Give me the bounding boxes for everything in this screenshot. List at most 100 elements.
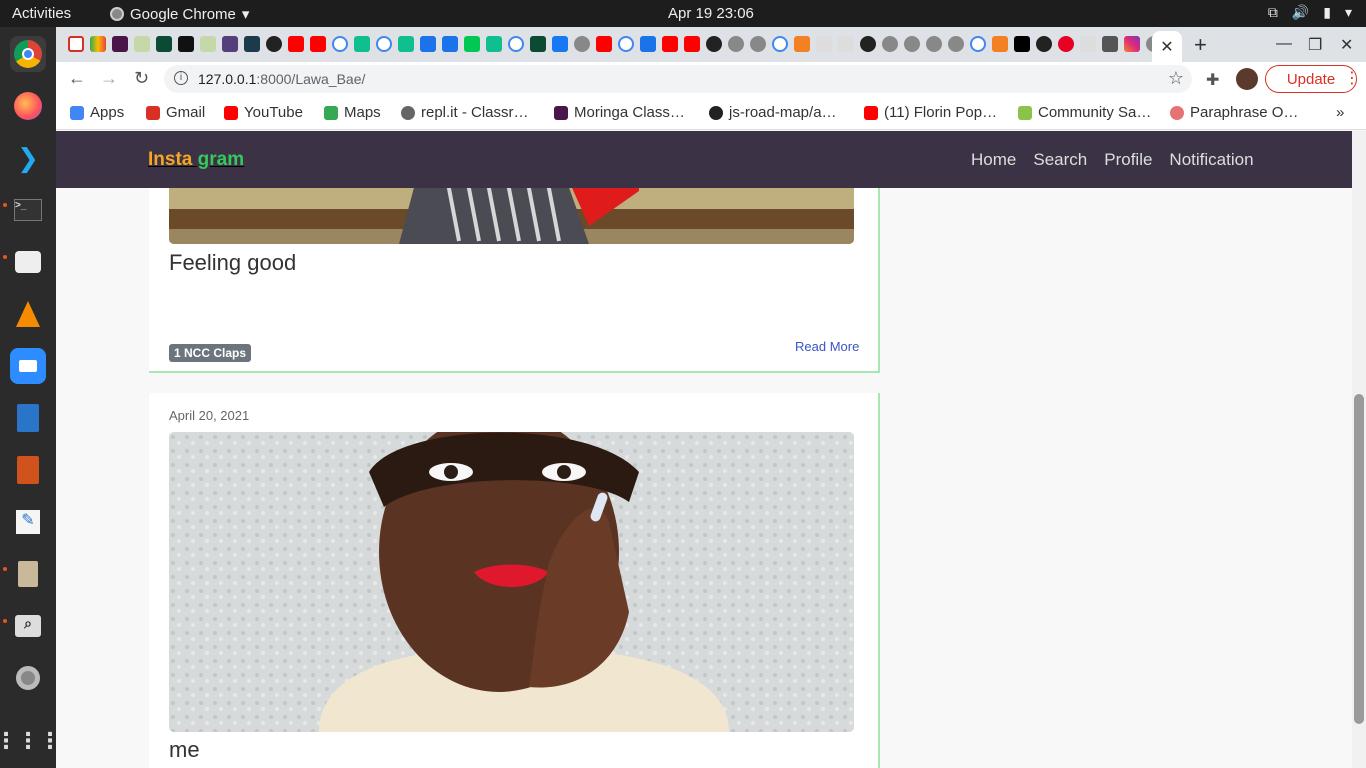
nav-home-link[interactable]: Home <box>971 150 1016 170</box>
maximize-button[interactable]: ❐ <box>1308 35 1322 55</box>
nav-profile-link[interactable]: Profile <box>1104 150 1152 170</box>
tab-globe-4[interactable] <box>882 36 898 52</box>
show-applications[interactable]: ⋮⋮⋮ <box>0 723 61 759</box>
bookmark-paraphrase[interactable]: Paraphrase O… <box>1170 104 1298 121</box>
tab-globe-2[interactable] <box>728 36 744 52</box>
tab-youtube-3[interactable] <box>596 36 612 52</box>
tab-google-2[interactable] <box>376 36 392 52</box>
tab-github-4[interactable] <box>1036 36 1052 52</box>
tab-stackoverflow-2[interactable] <box>992 36 1008 52</box>
tab-google-4[interactable] <box>618 36 634 52</box>
dock-disk[interactable] <box>10 660 46 696</box>
tab-globe-7[interactable] <box>948 36 964 52</box>
system-tray[interactable]: ⧉ 🔊 ▮ ▾ <box>1268 4 1352 21</box>
bookmark-js-road-map[interactable]: js-road-map/a… <box>709 104 837 121</box>
scrollbar-thumb[interactable] <box>1354 394 1364 724</box>
clock[interactable]: Apr 19 23:06 <box>668 5 754 22</box>
tab-django[interactable] <box>156 36 172 52</box>
post-image[interactable] <box>169 432 854 732</box>
tab-dev[interactable] <box>1014 36 1030 52</box>
dock-vlc[interactable] <box>10 296 46 332</box>
dock-files[interactable] <box>10 244 46 280</box>
activities-button[interactable]: Activities <box>12 5 71 22</box>
nav-search-link[interactable]: Search <box>1033 150 1087 170</box>
bookmarks-overflow-chevron-icon[interactable]: » <box>1336 104 1344 121</box>
tab-screen[interactable] <box>442 36 458 52</box>
read-more-link[interactable]: Read More <box>795 339 859 354</box>
tab-github[interactable] <box>266 36 282 52</box>
forward-button[interactable]: → <box>100 68 118 89</box>
tab-bootstrap[interactable] <box>222 36 238 52</box>
new-tab-button[interactable]: + <box>1194 32 1207 58</box>
minimize-button[interactable]: — <box>1276 35 1292 53</box>
reload-button[interactable]: ↻ <box>134 68 149 89</box>
dock-vscode[interactable]: ❯ <box>10 140 46 176</box>
tab-codepen[interactable] <box>354 36 370 52</box>
tab-youtube-2[interactable] <box>310 36 326 52</box>
profile-avatar[interactable] <box>1236 68 1258 90</box>
dock-zoom[interactable] <box>10 348 46 384</box>
bookmark-youtube[interactable]: YouTube <box>224 104 303 121</box>
dock-terminal[interactable]: >_ <box>10 192 46 228</box>
tab-facebook[interactable] <box>552 36 568 52</box>
active-tab-close[interactable]: ✕ <box>1152 31 1182 62</box>
site-brand-link[interactable]: Insta gram <box>148 149 244 171</box>
tab-github-2[interactable] <box>706 36 722 52</box>
tab-medium-3[interactable] <box>1080 36 1096 52</box>
tab-gmail[interactable] <box>68 36 84 52</box>
more-menu-icon[interactable]: ⋮ <box>1344 68 1360 88</box>
tab-youtube-4[interactable] <box>662 36 678 52</box>
dock-text-editor[interactable]: ✎ <box>10 504 46 540</box>
bookmark-apps[interactable]: Apps <box>70 104 124 121</box>
tab-codepen-2[interactable] <box>398 36 414 52</box>
page-scrollbar[interactable] <box>1352 131 1366 768</box>
tab-flag[interactable] <box>420 36 436 52</box>
bookmark-gmail[interactable]: Gmail <box>146 104 205 121</box>
tab-download[interactable] <box>640 36 656 52</box>
tab-globe-3[interactable] <box>750 36 766 52</box>
address-bar[interactable]: i 127.0.0.1:8000/Lawa_Bae/ ☆ <box>164 65 1192 93</box>
tab-stackoverflow[interactable] <box>794 36 810 52</box>
dock-firefox[interactable] <box>10 88 46 124</box>
tab-youtube-5[interactable] <box>684 36 700 52</box>
bookmark-moringa[interactable]: Moringa Class… <box>554 104 685 121</box>
bookmark-maps[interactable]: Maps <box>324 104 381 121</box>
app-menu[interactable]: Google Chrome ▾ <box>110 5 249 23</box>
tab-meet[interactable] <box>90 36 106 52</box>
tab-globe[interactable] <box>574 36 590 52</box>
tab-django-2[interactable] <box>530 36 546 52</box>
extensions-icon[interactable]: ✚ <box>1206 70 1219 90</box>
tab-slack[interactable] <box>112 36 128 52</box>
bookmark-star-icon[interactable]: ☆ <box>1168 68 1184 89</box>
tab-community[interactable] <box>134 36 150 52</box>
tab-globe-6[interactable] <box>926 36 942 52</box>
tab-wolf[interactable] <box>1102 36 1118 52</box>
tab-google[interactable] <box>332 36 348 52</box>
dock-chrome[interactable] <box>10 36 46 72</box>
info-icon[interactable]: i <box>174 71 188 85</box>
dock-impress[interactable] <box>10 452 46 488</box>
tab-github-3[interactable] <box>860 36 876 52</box>
bookmark-community[interactable]: Community Sa… <box>1018 104 1151 121</box>
tab-codepen-3[interactable] <box>486 36 502 52</box>
back-button[interactable]: ← <box>68 68 86 89</box>
tab-community-2[interactable] <box>200 36 216 52</box>
tab-google-3[interactable] <box>508 36 524 52</box>
tab-hackerrank[interactable] <box>178 36 194 52</box>
nav-notification-link[interactable]: Notification <box>1169 150 1253 170</box>
dock-image-viewer[interactable]: ⌕ <box>10 608 46 644</box>
dock-archive[interactable] <box>10 556 46 592</box>
bookmark-florin-pop[interactable]: (11) Florin Pop… <box>864 104 997 121</box>
dock-writer[interactable] <box>10 400 46 436</box>
tab-youtube[interactable] <box>288 36 304 52</box>
tab-b[interactable] <box>244 36 260 52</box>
tab-green[interactable] <box>464 36 480 52</box>
tab-globe-5[interactable] <box>904 36 920 52</box>
tab-google-5[interactable] <box>772 36 788 52</box>
bookmark-replit[interactable]: repl.it - Classr… <box>401 104 529 121</box>
tab-medium-2[interactable] <box>838 36 854 52</box>
tab-pinterest[interactable] <box>1058 36 1074 52</box>
tab-instagram[interactable] <box>1124 36 1140 52</box>
window-close-button[interactable]: ✕ <box>1340 35 1353 55</box>
tab-medium[interactable] <box>816 36 832 52</box>
